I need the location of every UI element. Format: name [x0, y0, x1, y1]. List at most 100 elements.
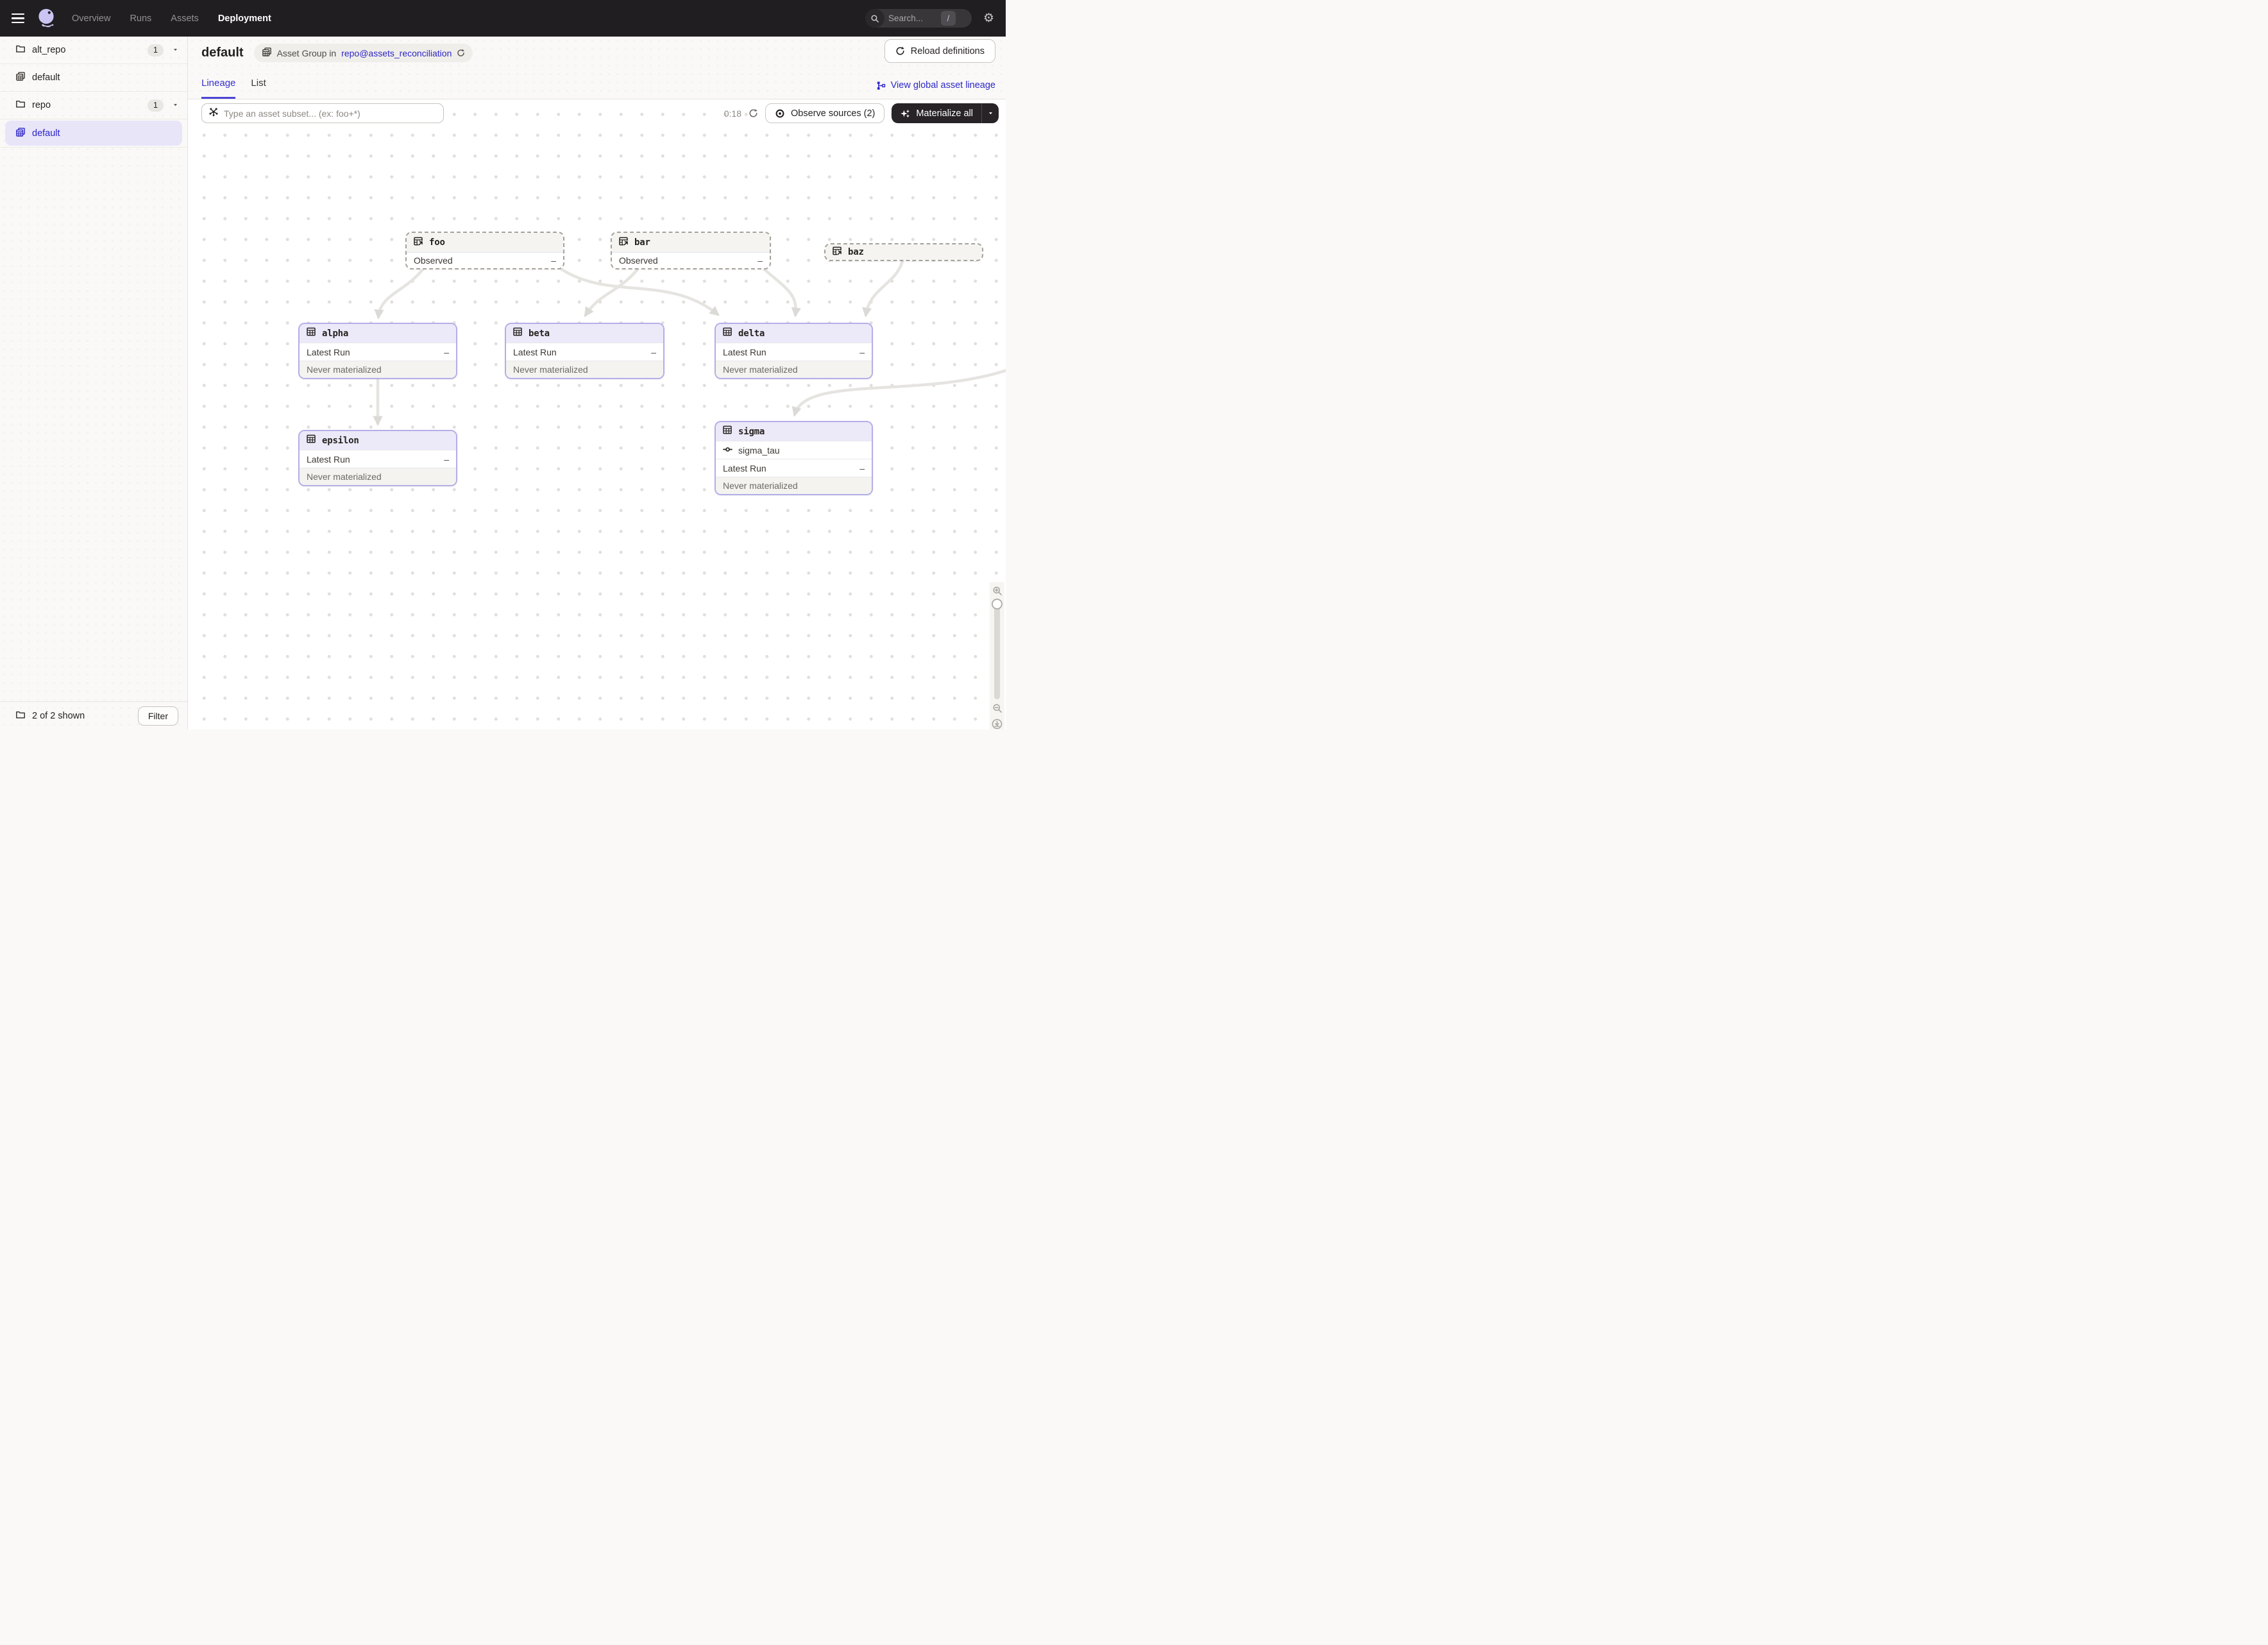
chevron-down-icon[interactable] [173, 100, 178, 110]
asset-group-pill: Asset Group in repo@assets_reconciliatio… [254, 44, 473, 62]
dagster-logo[interactable] [36, 7, 59, 30]
view-global-lineage-link[interactable]: View global asset lineage [876, 80, 995, 90]
observed-label: Observed [414, 255, 453, 266]
nav-item-assets[interactable]: Assets [171, 13, 199, 24]
zoom-out-icon[interactable] [992, 703, 1003, 713]
reload-definitions-button[interactable]: Reload definitions [884, 39, 995, 63]
refresh-icon[interactable] [457, 49, 465, 57]
zoom-slider[interactable] [994, 600, 1000, 699]
asset-node-sigma[interactable]: sigma sigma_tau Latest Run – Never mater… [715, 421, 873, 495]
edge-bar-beta [586, 269, 638, 315]
search-input[interactable] [884, 13, 941, 23]
latest-run-value: – [444, 347, 449, 357]
search-icon [865, 9, 884, 28]
observe-sources-button[interactable]: Observe sources (2) [765, 103, 884, 123]
asset-check-row[interactable]: sigma_tau [716, 441, 872, 459]
materialize-all-label: Materialize all [916, 108, 973, 119]
asset-check-label: sigma_tau [738, 445, 780, 456]
asset-name: sigma [738, 427, 765, 437]
materialization-status: Never materialized [300, 468, 456, 485]
latest-run-label: Latest Run [723, 347, 766, 357]
recenter-icon[interactable] [992, 719, 1003, 729]
materialize-all-button[interactable]: Materialize all [892, 103, 999, 123]
folder-icon [15, 44, 26, 56]
asset-node-beta[interactable]: beta Latest Run – Never materialized [505, 323, 664, 379]
latest-run-value: – [651, 347, 656, 357]
asset-table-icon [306, 327, 316, 340]
observed-value: – [757, 255, 763, 266]
view-global-lineage-label: View global asset lineage [891, 80, 995, 90]
zoom-slider-knob[interactable] [992, 599, 1003, 609]
repo-location-link[interactable]: repo@assets_reconciliation [341, 48, 452, 58]
observe-sources-label: Observe sources (2) [791, 108, 875, 119]
asset-name: bar [634, 237, 650, 248]
shown-count-label: 2 of 2 shown [32, 711, 85, 721]
edge-foo-delta [560, 268, 718, 314]
sidebar-item-label: default [32, 128, 60, 139]
primary-nav: Overview Runs Assets Deployment [72, 13, 271, 24]
sidebar-item-label: default [32, 72, 60, 83]
gear-icon[interactable]: ⚙ [983, 12, 994, 24]
sidebar-item-repo[interactable]: repo 1 [0, 92, 187, 119]
asset-subset-filter[interactable] [201, 103, 444, 123]
sidebar-item-alt-repo[interactable]: alt_repo 1 [0, 37, 187, 64]
asset-node-epsilon[interactable]: epsilon Latest Run – Never materialized [298, 430, 457, 486]
latest-run-value: – [859, 463, 865, 473]
nav-item-deployment[interactable]: Deployment [218, 13, 271, 24]
source-asset-node-bar[interactable]: bar Observed – [611, 232, 771, 269]
tab-list[interactable]: List [251, 78, 266, 99]
lineage-canvas[interactable]: 0:18 Observe sources (2) Materialize all [188, 99, 1006, 729]
edge-foo-alpha [378, 269, 423, 317]
group-context-label: Asset Group in [277, 48, 337, 58]
asset-graph-icon [208, 107, 219, 120]
nav-item-overview[interactable]: Overview [72, 13, 110, 24]
global-search[interactable]: / [865, 9, 972, 28]
asset-group-icon [15, 71, 26, 84]
sidebar-item-default-alt[interactable]: default [0, 64, 187, 92]
asset-node-alpha[interactable]: alpha Latest Run – Never materialized [298, 323, 457, 379]
asset-subset-input[interactable] [224, 108, 437, 119]
observed-value: – [551, 255, 556, 266]
folder-icon [15, 710, 26, 722]
asset-node-delta[interactable]: delta Latest Run – Never materialized [715, 323, 873, 379]
filter-button[interactable]: Filter [138, 706, 178, 726]
edge-baz-delta [866, 261, 902, 315]
latest-run-label: Latest Run [307, 454, 350, 465]
zoom-slider-track[interactable] [994, 600, 1000, 699]
chevron-down-icon[interactable] [173, 45, 178, 55]
asset-table-icon [512, 327, 523, 340]
refresh-icon[interactable] [749, 108, 758, 118]
lineage-edges [188, 99, 1006, 729]
sidebar-item-label: repo [32, 100, 51, 110]
asset-name: baz [848, 247, 864, 257]
edge-bar-delta [765, 269, 796, 315]
materialization-status: Never materialized [716, 361, 872, 378]
asset-table-icon [722, 425, 732, 438]
sidebar-item-default-selected[interactable]: default [5, 121, 182, 146]
zoom-controls [990, 582, 1004, 729]
refresh-timer: 0:18 [724, 108, 741, 119]
page-title: default [201, 46, 244, 60]
asset-name: alpha [322, 328, 348, 339]
asset-group-icon [262, 47, 272, 59]
sidebar-footer: 2 of 2 shown Filter [0, 701, 187, 729]
tab-lineage[interactable]: Lineage [201, 78, 235, 99]
nav-item-runs[interactable]: Runs [130, 13, 151, 24]
asset-name: delta [738, 328, 765, 339]
lineage-graph-icon [876, 81, 886, 90]
repo-sidebar: alt_repo 1 default repo 1 default 2 of 2… [0, 37, 188, 729]
main-content: default Asset Group in repo@assets_recon… [188, 37, 1006, 729]
asset-name: beta [529, 328, 550, 339]
materialization-status: Never materialized [300, 361, 456, 378]
asset-table-icon [722, 327, 732, 340]
canvas-actions: 0:18 Observe sources (2) Materialize all [724, 103, 999, 123]
source-asset-node-foo[interactable]: foo Observed – [405, 232, 564, 269]
hamburger-menu-icon[interactable] [4, 4, 32, 33]
asset-name: foo [429, 237, 445, 248]
top-nav: Overview Runs Assets Deployment / ⚙ [0, 0, 1006, 37]
zoom-in-icon[interactable] [992, 586, 1003, 596]
source-asset-node-baz[interactable]: baz [824, 243, 983, 261]
source-asset-icon [832, 246, 842, 259]
asset-group-header: default Asset Group in repo@assets_recon… [188, 37, 1006, 99]
materialize-dropdown-caret[interactable] [981, 103, 999, 123]
